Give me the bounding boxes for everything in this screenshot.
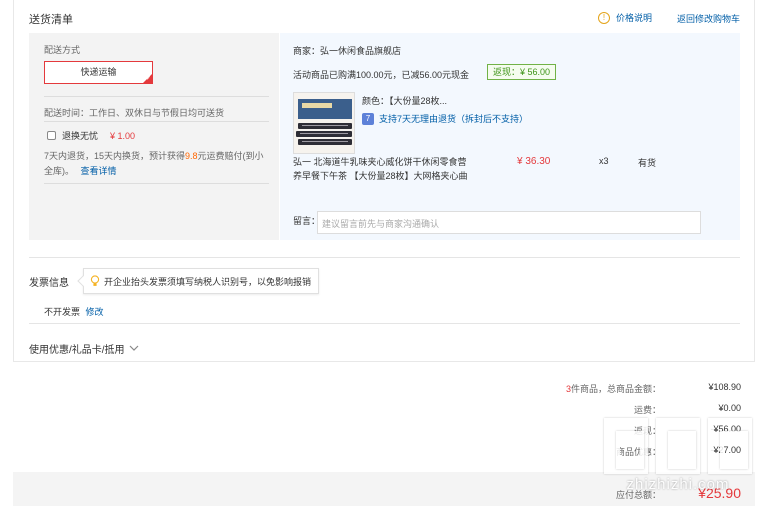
divider	[44, 121, 269, 122]
wafer-box-icon	[294, 93, 354, 153]
summary-goods-total: ¥108.90	[708, 382, 741, 392]
product-price: ¥ 36.30	[517, 156, 551, 167]
merchant-name: 商家：弘一休闲食品旗舰店	[293, 46, 402, 56]
insurance-checkbox[interactable]	[47, 131, 56, 140]
summary-freight-row: 运费： ¥0.00	[571, 403, 741, 416]
product-stock: 有货	[638, 158, 657, 168]
note-input[interactable]: 建议留言前先与商家沟通确认	[317, 211, 701, 234]
insurance-price: ¥ 1.00	[110, 130, 136, 141]
express-shipping-option[interactable]: 快递运输 ✓	[44, 61, 153, 84]
summary-goods-row: 3件商品，总商品金额： ¥108.90	[511, 382, 741, 395]
product-qty: x3	[599, 156, 609, 166]
invoice-status-row: 不开发票 修改	[44, 305, 104, 318]
question-icon: !	[598, 11, 610, 24]
insurance-detail-link[interactable]: 查看详情	[81, 166, 117, 176]
promotion-text: 活动商品已购满100.00元，已减56.00元现金	[293, 70, 470, 80]
invoice-label: 发票信息	[29, 278, 69, 289]
divider	[29, 323, 740, 324]
watermark-glyph	[708, 418, 752, 474]
invoice-tip: 开企业抬头发票须填写纳税人识别号，以免影响报销	[77, 268, 319, 294]
divider	[44, 96, 269, 97]
section-title: 送货清单	[29, 14, 73, 26]
invoice-status: 不开发票	[44, 307, 81, 317]
delivery-time: 配送时间：工作日、双休日与节假日均可送货	[44, 108, 225, 118]
lightbulb-icon	[90, 275, 100, 286]
divider	[29, 257, 740, 258]
back-to-cart-link[interactable]: 返回修改购物车	[677, 12, 740, 25]
coupon-toggle[interactable]: 使用优惠/礼品卡/抵用	[29, 341, 139, 356]
divider	[44, 183, 269, 184]
seven-day-return-icon: 7	[362, 112, 374, 125]
return-policy-row: 7 支持7天无理由退货（拆封后不支持）	[362, 112, 528, 125]
shipping-method-label: 配送方式	[44, 45, 81, 55]
summary-goods-label: 3件商品，总商品金额：	[511, 382, 661, 395]
product-color: 颜色：【大份量28枚...	[362, 96, 448, 106]
watermark-glyph	[656, 418, 700, 474]
return-policy: 支持7天无理由退货（拆封后不支持）	[379, 114, 529, 124]
watermark-text: zhizhizhi.com	[626, 476, 730, 493]
insurance-amount: 9.8	[185, 151, 198, 161]
watermark-glyph	[604, 418, 648, 474]
invoice-edit-link[interactable]: 修改	[86, 307, 104, 317]
insurance-desc-text: 7天内退货，15天内换货，预计获得	[44, 151, 186, 161]
product-image[interactable]	[293, 92, 355, 154]
express-shipping-label: 快递运输	[80, 67, 117, 77]
price-help-label: 价格说明	[616, 13, 653, 23]
invoice-tip-text: 开企业抬头发票须填写纳税人识别号，以免影响报销	[104, 276, 312, 287]
coupon-label: 使用优惠/礼品卡/抵用	[29, 345, 125, 356]
insurance-description: 7天内退货，15天内换货，预计获得9.8元运费赔付(到小全库)。 查看详情	[44, 149, 269, 179]
freight-label: 运费：	[633, 405, 661, 415]
product-name[interactable]: 弘一 北海道牛乳味夹心威化饼干休闲零食营养早餐下午茶 【大份量28枚】大网格夹心…	[293, 155, 473, 183]
check-icon: ✓	[145, 76, 151, 82]
freight-value: ¥0.00	[718, 403, 741, 413]
note-label: 留言：	[293, 216, 321, 226]
item-count-suffix: 件商品，总商品金额：	[570, 384, 661, 394]
watermark-logo: zhizhizhi.com	[602, 418, 754, 500]
chevron-down-icon	[129, 345, 138, 351]
insurance-row: 退换无忧 ¥ 1.00	[47, 129, 135, 142]
rebate-badge: 返现：¥ 56.00	[487, 64, 557, 80]
price-help-link[interactable]: ! 价格说明	[598, 11, 652, 24]
insurance-label: 退换无忧	[62, 131, 99, 141]
